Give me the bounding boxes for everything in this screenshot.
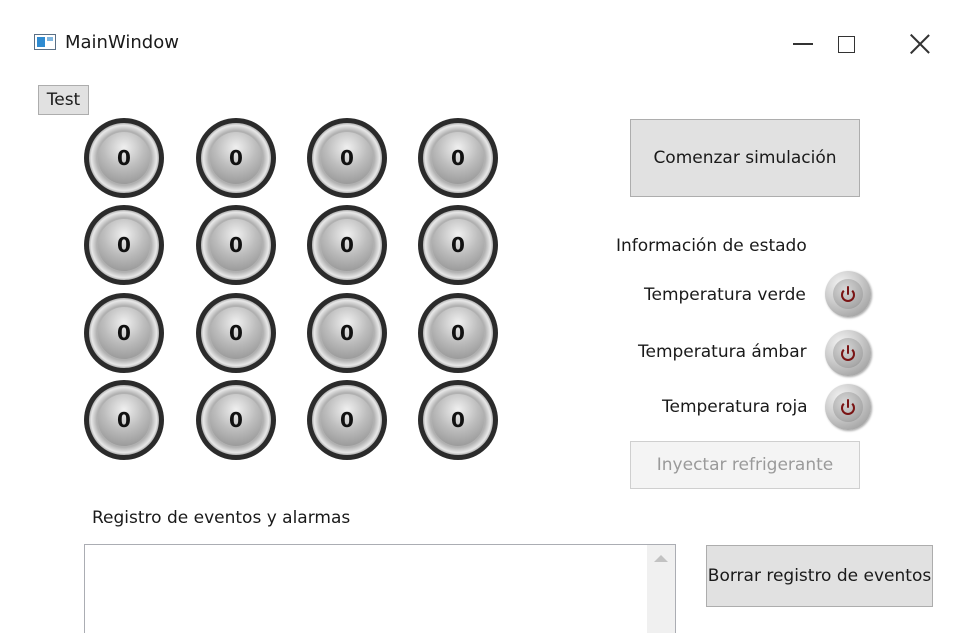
gauge-r4-c1: 0 [84,380,164,460]
temp-red-indicator [825,384,871,430]
gauge-value: 0 [432,394,484,446]
gauge-dial-icon: 0 [201,123,271,193]
close-icon [910,34,930,54]
power-icon [840,286,856,302]
gauge-dial-icon: 0 [423,298,493,368]
event-log-scrollbar[interactable] [647,545,675,633]
gauge-value: 0 [432,307,484,359]
gauge-value: 0 [321,394,373,446]
gauge-r1-c3: 0 [307,118,387,198]
gauge-r1-c2: 0 [196,118,276,198]
main-window: MainWindow Test 0 0 0 0 0 0 0 0 0 0 0 0 … [0,0,954,633]
event-log-title: Registro de eventos y alarmas [92,508,351,528]
gauge-value: 0 [432,132,484,184]
gauge-value: 0 [432,219,484,271]
gauge-r1-c4: 0 [418,118,498,198]
clear-log-button[interactable]: Borrar registro de eventos [706,545,933,607]
gauge-dial-icon: 0 [423,210,493,280]
temp-green-indicator [825,271,871,317]
power-icon [840,399,856,415]
gauge-dial-icon: 0 [201,298,271,368]
gauge-value: 0 [210,132,262,184]
gauge-r4-c3: 0 [307,380,387,460]
scroll-up-icon[interactable] [654,555,668,562]
gauge-r3-c3: 0 [307,293,387,373]
power-icon [840,345,856,361]
gauge-value: 0 [210,307,262,359]
gauge-value: 0 [98,132,150,184]
gauge-dial-icon: 0 [312,123,382,193]
minimize-button[interactable] [780,22,826,66]
gauge-r4-c2: 0 [196,380,276,460]
gauge-value: 0 [98,307,150,359]
gauge-value: 0 [210,219,262,271]
start-simulation-button[interactable]: Comenzar simulación [630,119,860,197]
gauge-r4-c4: 0 [418,380,498,460]
inject-coolant-button[interactable]: Inyectar refrigerante [630,441,860,489]
gauge-value: 0 [321,307,373,359]
gauge-value: 0 [98,394,150,446]
gauge-dial-icon: 0 [312,298,382,368]
gauge-r2-c1: 0 [84,205,164,285]
gauge-dial-icon: 0 [423,123,493,193]
gauge-value: 0 [98,219,150,271]
gauge-value: 0 [321,219,373,271]
event-log-textbox[interactable] [84,544,676,633]
status-info-title: Información de estado [616,236,807,256]
gauge-dial-icon: 0 [312,385,382,455]
maximize-button[interactable] [823,22,869,66]
temp-amber-label: Temperatura ámbar [638,342,807,362]
gauge-r2-c4: 0 [418,205,498,285]
temp-green-label: Temperatura verde [644,285,806,305]
gauge-r3-c1: 0 [84,293,164,373]
gauge-dial-icon: 0 [201,210,271,280]
gauge-value: 0 [210,394,262,446]
temp-red-label: Temperatura roja [662,397,808,417]
gauge-r1-c1: 0 [84,118,164,198]
gauge-r2-c2: 0 [196,205,276,285]
gauge-dial-icon: 0 [89,210,159,280]
gauge-dial-icon: 0 [89,385,159,455]
gauge-value: 0 [321,132,373,184]
gauge-dial-icon: 0 [201,385,271,455]
gauge-dial-icon: 0 [89,298,159,368]
gauge-grid: 0 0 0 0 0 0 0 0 0 0 0 0 0 0 0 0 [0,0,520,480]
gauge-r3-c4: 0 [418,293,498,373]
gauge-dial-icon: 0 [89,123,159,193]
maximize-icon [837,35,855,53]
minimize-icon [793,43,813,45]
gauge-r2-c3: 0 [307,205,387,285]
temp-amber-indicator [825,330,871,376]
gauge-dial-icon: 0 [312,210,382,280]
gauge-r3-c2: 0 [196,293,276,373]
close-button[interactable] [897,22,943,66]
gauge-dial-icon: 0 [423,385,493,455]
